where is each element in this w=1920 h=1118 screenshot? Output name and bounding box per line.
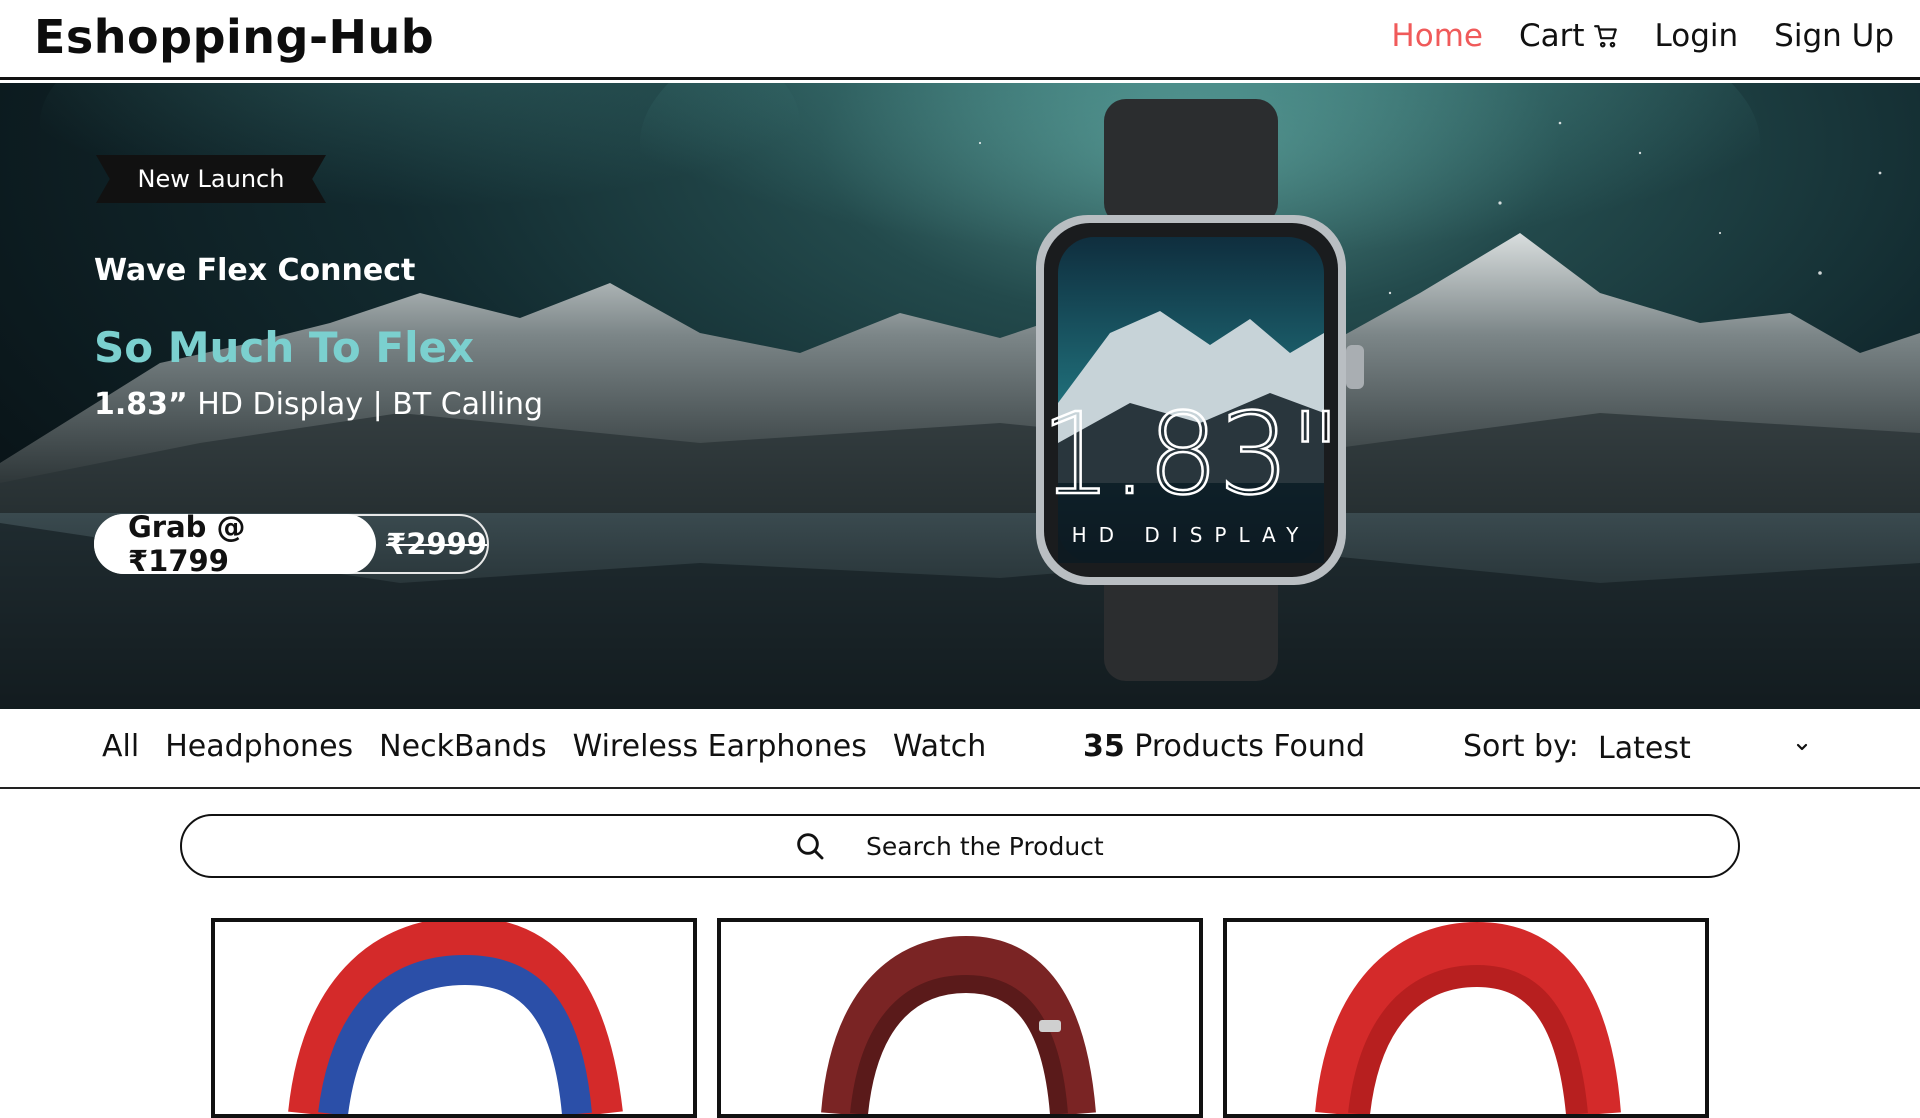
- hero-banner[interactable]: 1.83" HD DISPLAY New Launch Wave Flex Co…: [0, 83, 1920, 709]
- svg-text:HD DISPLAY: HD DISPLAY: [1072, 523, 1311, 547]
- search-bar[interactable]: [180, 814, 1740, 878]
- old-price: ₹2999: [386, 527, 487, 561]
- hero-specs: 1.83” HD Display | BT Calling: [94, 387, 543, 422]
- category-watch[interactable]: Watch: [893, 729, 986, 764]
- sort-value: Latest: [1598, 730, 1691, 766]
- hero-spec-rest: HD Display | BT Calling: [197, 387, 544, 422]
- found-label: Products Found: [1134, 729, 1365, 764]
- found-number: 35: [1083, 729, 1125, 764]
- product-image-red-headphone: [1315, 922, 1621, 1114]
- products-found-count: 35 Products Found: [1083, 729, 1365, 764]
- sort-dropdown[interactable]: Latest: [1598, 723, 1818, 773]
- main-nav: Home Cart Login Sign Up: [1391, 18, 1894, 54]
- product-image-maroon-headphone: [821, 935, 1096, 1114]
- nav-home[interactable]: Home: [1391, 18, 1483, 54]
- chevron-down-icon: [1794, 739, 1810, 759]
- top-navbar: Eshopping-Hub Home Cart Login Sign Up: [0, 0, 1920, 80]
- search-icon[interactable]: [794, 830, 826, 862]
- product-card[interactable]: [211, 918, 697, 1118]
- category-wireless-earphones[interactable]: Wireless Earphones: [573, 729, 867, 764]
- cart-icon: [1593, 23, 1619, 49]
- svg-text:1.83": 1.83": [1041, 390, 1342, 520]
- product-image-red-blue-headphone: [288, 922, 623, 1114]
- sort-label: Sort by:: [1463, 729, 1579, 764]
- grab-price-button[interactable]: Grab @ ₹1799: [94, 510, 377, 578]
- brand-logo[interactable]: Eshopping-Hub: [34, 10, 434, 64]
- search-input[interactable]: [866, 831, 1126, 861]
- hero-product-name: Wave Flex Connect: [94, 253, 416, 288]
- price-pill[interactable]: Grab @ ₹1799 ₹2999: [94, 510, 489, 578]
- nav-signup[interactable]: Sign Up: [1774, 18, 1894, 54]
- nav-login[interactable]: Login: [1655, 18, 1739, 54]
- category-all[interactable]: All: [102, 729, 139, 764]
- hero-spec-size: 1.83”: [94, 387, 188, 422]
- nav-cart-label: Cart: [1518, 18, 1585, 54]
- product-card[interactable]: [1223, 918, 1709, 1118]
- nav-cart[interactable]: Cart: [1519, 18, 1619, 54]
- filter-bar: All Headphones NeckBands Wireless Earpho…: [0, 709, 1920, 789]
- category-neckbands[interactable]: NeckBands: [379, 729, 546, 764]
- product-card[interactable]: [717, 918, 1203, 1118]
- hero-tagline: So Much To Flex: [94, 323, 475, 372]
- category-headphones[interactable]: Headphones: [165, 729, 353, 764]
- new-launch-badge: New Launch: [96, 155, 326, 203]
- category-filters: All Headphones NeckBands Wireless Earpho…: [102, 729, 986, 764]
